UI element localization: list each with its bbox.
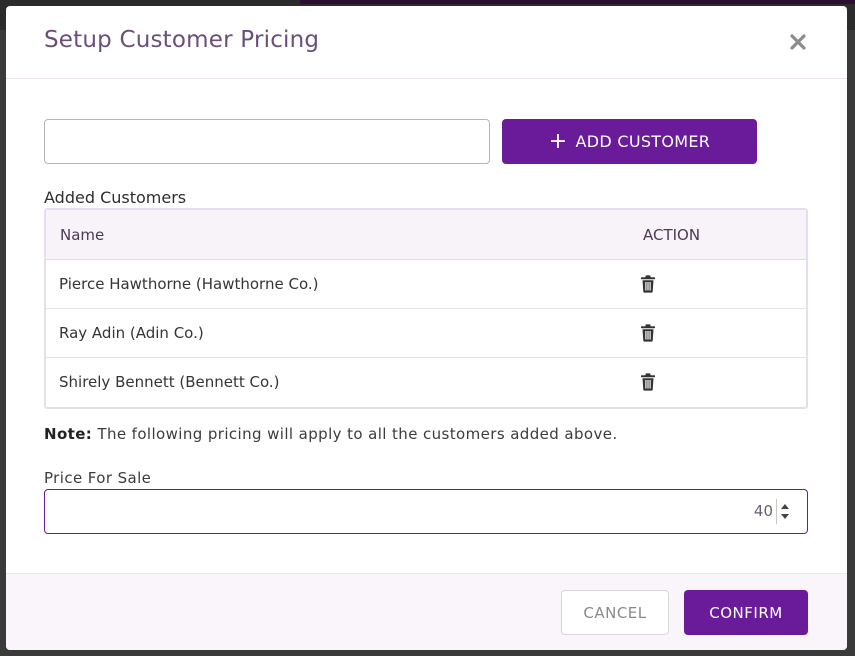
setup-pricing-dialog: Setup Customer Pricing + ADD CUSTOMER Ad… bbox=[6, 6, 847, 650]
confirm-button[interactable]: CONFIRM bbox=[684, 590, 808, 635]
price-for-sale-label: Price For Sale bbox=[44, 469, 152, 487]
table-row: Ray Adin (Adin Co.) bbox=[46, 309, 806, 358]
trash-icon[interactable] bbox=[640, 275, 656, 293]
note-text: The following pricing will apply to all … bbox=[97, 425, 618, 443]
trash-icon[interactable] bbox=[640, 373, 656, 391]
dialog-footer: CANCEL CONFIRM bbox=[6, 573, 847, 650]
add-customer-label: ADD CUSTOMER bbox=[575, 132, 711, 151]
customer-name: Shirely Bennett (Bennett Co.) bbox=[59, 373, 280, 391]
price-value: 40 bbox=[753, 502, 773, 520]
trash-icon[interactable] bbox=[640, 324, 656, 342]
cancel-button[interactable]: CANCEL bbox=[561, 590, 669, 635]
table-row: Pierce Hawthorne (Hawthorne Co.) bbox=[46, 260, 806, 309]
column-header-name: Name bbox=[60, 226, 105, 244]
customer-name: Ray Adin (Adin Co.) bbox=[59, 324, 204, 342]
price-for-sale-input[interactable]: 40 bbox=[44, 489, 808, 534]
number-stepper[interactable] bbox=[776, 499, 793, 524]
add-customer-button[interactable]: + ADD CUSTOMER bbox=[502, 119, 757, 164]
chevron-up-icon[interactable] bbox=[781, 504, 789, 509]
chevron-down-icon[interactable] bbox=[781, 514, 789, 519]
table-row: Shirely Bennett (Bennett Co.) bbox=[46, 358, 806, 407]
column-header-action: ACTION bbox=[643, 226, 701, 244]
added-customers-heading: Added Customers bbox=[44, 188, 187, 207]
table-header: Name ACTION bbox=[46, 210, 806, 260]
customer-name: Pierce Hawthorne (Hawthorne Co.) bbox=[59, 275, 319, 293]
backdrop-strip bbox=[300, 0, 855, 4]
note-prefix: Note: bbox=[44, 425, 93, 443]
dialog-title: Setup Customer Pricing bbox=[44, 27, 320, 53]
dialog-header: Setup Customer Pricing bbox=[6, 6, 847, 79]
pricing-note: Note: The following pricing will apply t… bbox=[44, 425, 618, 443]
plus-icon: + bbox=[548, 128, 568, 154]
customers-table: Name ACTION Pierce Hawthorne (Hawthorne … bbox=[44, 208, 808, 409]
customer-search-input[interactable] bbox=[44, 119, 490, 164]
close-icon[interactable] bbox=[786, 30, 810, 54]
